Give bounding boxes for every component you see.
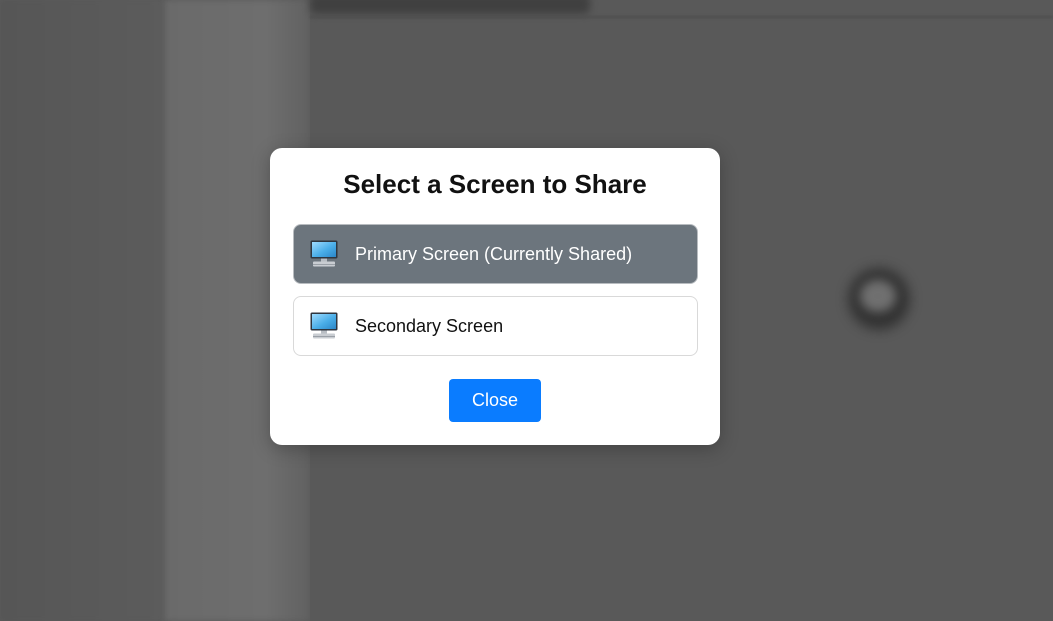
secondary-screen-option[interactable]: Secondary Screen [293,296,698,356]
background-sidebar [0,0,165,621]
primary-screen-label: Primary Screen (Currently Shared) [355,243,633,264]
dialog-title: Select a Screen to Share [343,169,647,199]
screen: Select a Screen to Share Primary Screen … [0,0,1053,621]
background-divider [310,16,1053,18]
desktop-computer-icon [309,311,339,341]
close-button[interactable]: Close [449,379,541,422]
primary-screen-option[interactable]: Primary Screen (Currently Shared) [293,224,698,284]
screen-share-dialog: Select a Screen to Share Primary Screen … [270,148,720,445]
background-header [310,0,590,14]
secondary-screen-label: Secondary Screen [355,315,504,336]
desktop-computer-icon [309,239,339,269]
background-avatar-highlight [860,280,896,312]
